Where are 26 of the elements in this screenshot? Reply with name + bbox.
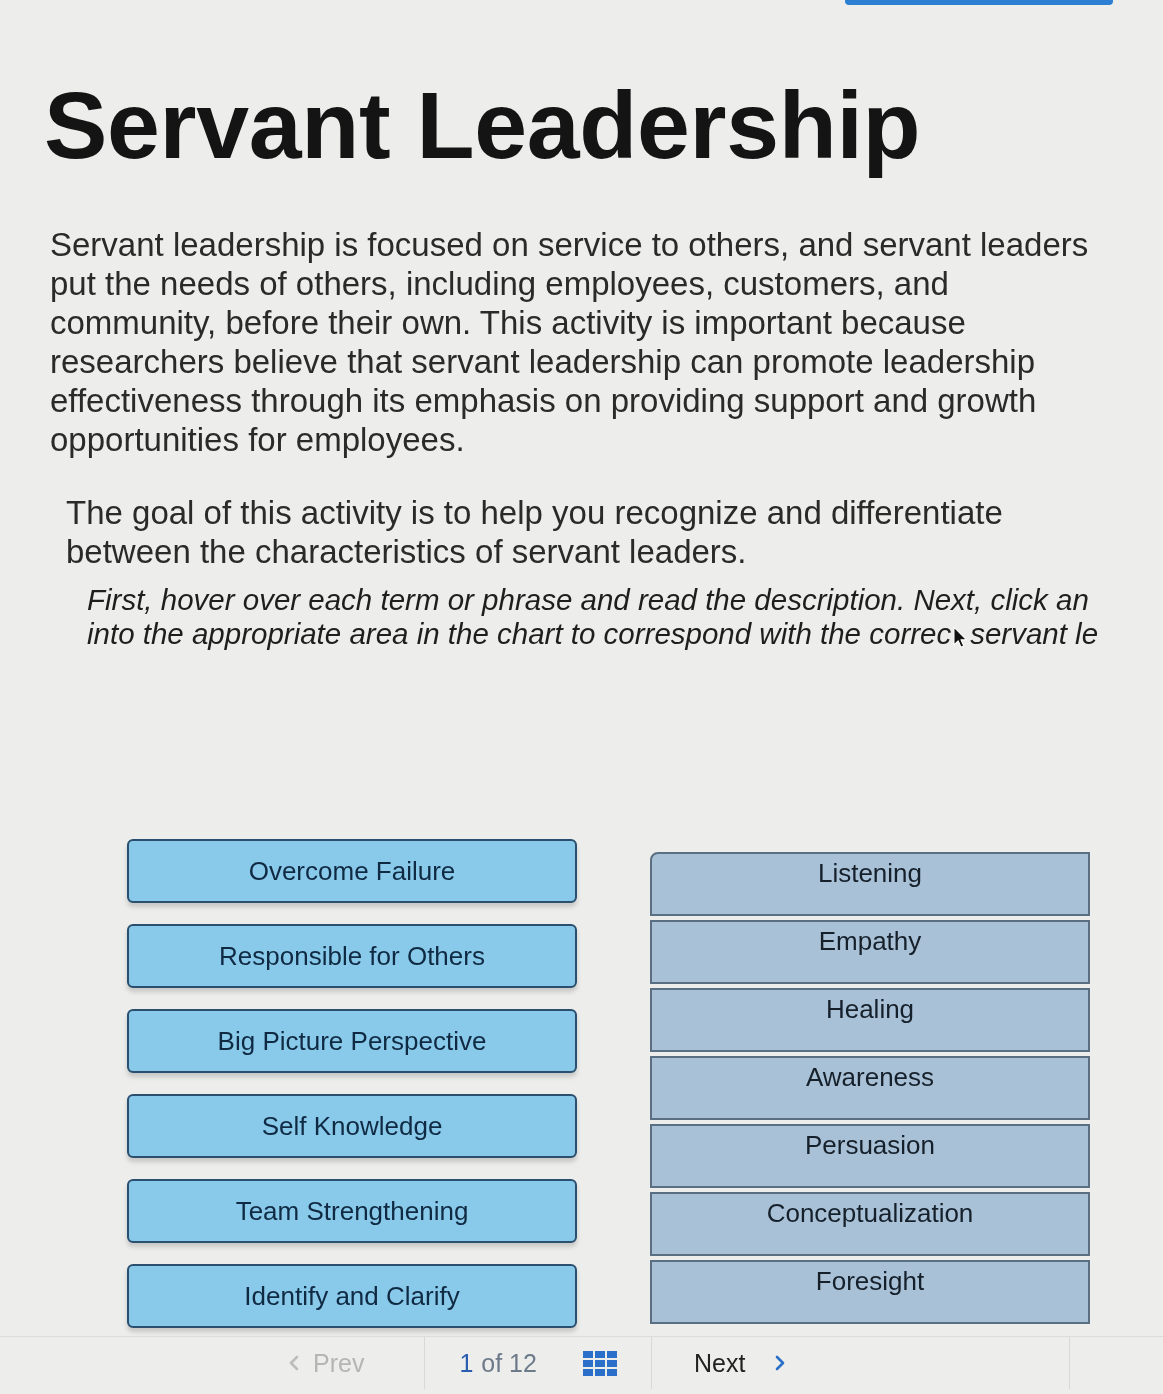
drop-zone[interactable]: Conceptualization — [650, 1192, 1090, 1256]
term-card[interactable]: Responsible for Others — [127, 924, 577, 988]
term-card[interactable]: Big Picture Perspective — [127, 1009, 577, 1073]
drop-zone[interactable]: Listening — [650, 852, 1090, 916]
drop-zone[interactable]: Persuasion — [650, 1124, 1090, 1188]
page-total: of 12 — [481, 1348, 537, 1378]
instruction-text: into the appropriate area in the chart to correspond with the correc — [87, 617, 952, 651]
current-page: 1 — [459, 1348, 474, 1378]
drop-zone[interactable]: Foresight — [650, 1260, 1090, 1324]
term-card[interactable]: Self Knowledge — [127, 1094, 577, 1158]
grid-icon[interactable] — [582, 1350, 617, 1376]
chevron-left-icon — [289, 1355, 299, 1371]
intro-paragraph: The goal of this activity is to help you recognize and differentiate between the characteristics of servant leaders. — [66, 493, 1004, 571]
drop-zone[interactable]: Awareness — [650, 1056, 1090, 1120]
instruction-text: First, hover over each term or phrase and read the description. Next, click an — [87, 583, 1089, 617]
intro-paragraph: Servant leadership is focused on service to others, and servant leaders put the needs of others, including employees, customers, and community, before their own. This activity is important because researchers believe that servant leadership can promote leadership effectiveness through its emphasis on providing support and growth opportunities for employees. — [50, 225, 1090, 459]
drop-zone[interactable]: Empathy — [650, 920, 1090, 984]
term-card[interactable]: Overcome Failure — [127, 839, 577, 903]
next-button[interactable]: Next — [689, 1343, 790, 1383]
term-card[interactable]: Team Strengthening — [127, 1179, 577, 1243]
drop-zone[interactable]: Healing — [650, 988, 1090, 1052]
term-card[interactable]: Identify and Clarify — [127, 1264, 577, 1328]
instruction-text: servant le — [970, 617, 1099, 651]
page-title: Servant Leadership — [44, 71, 921, 179]
mouse-pointer-icon — [953, 626, 969, 649]
chevron-right-icon — [775, 1355, 786, 1371]
